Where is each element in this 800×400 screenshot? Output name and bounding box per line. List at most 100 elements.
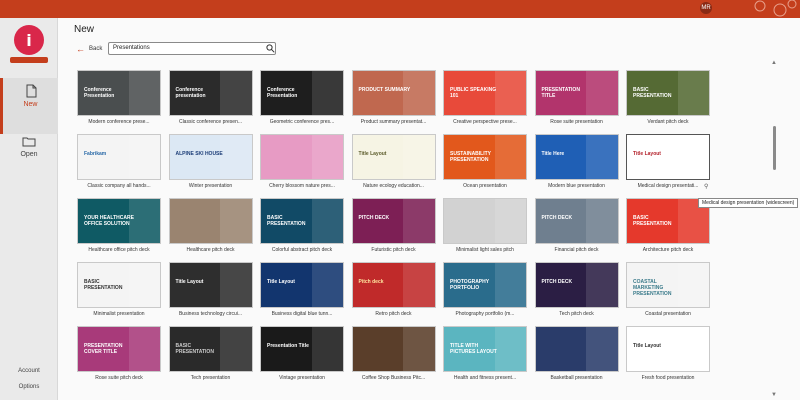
template-tile[interactable]: Coffee Shop Business Pitc... <box>351 326 436 381</box>
back-button[interactable]: ← Back <box>76 44 102 54</box>
template-thumbnail[interactable]: PITCH DECK <box>534 198 619 244</box>
template-caption: Product summary presentat... <box>360 119 427 125</box>
rail-item-new[interactable]: New <box>0 78 58 134</box>
template-tile[interactable]: TITLE WITH PICTURES LAYOUT Health and fit… <box>443 326 527 381</box>
template-tile[interactable]: PRESENTATION COVER TITLE Rose suite pitch… <box>77 326 161 381</box>
pin-icon[interactable]: ⚲ <box>704 183 708 190</box>
template-caption: Retro pitch deck <box>375 311 412 317</box>
template-thumbnail[interactable]: PRESENTATION TITLE <box>534 70 619 116</box>
scroll-up-icon[interactable]: ▲ <box>771 60 777 66</box>
template-tile[interactable]: Conference Presentation Modern conference… <box>77 70 161 125</box>
template-thumbnail[interactable]: Title Layout <box>168 262 253 308</box>
thumbnail-title: BASIC PRESENTATION <box>633 215 672 227</box>
template-tile[interactable]: COASTAL MARKETING PRESENTATION Coastal pr… <box>626 262 710 317</box>
watermark-decoration <box>754 0 797 17</box>
template-caption: Tech presentation <box>190 375 231 381</box>
template-thumbnail[interactable]: YOUR HEALTHCARE OFFICE SOLUTION <box>77 198 161 244</box>
template-thumbnail[interactable]: Title Layout <box>351 134 436 180</box>
thumbnail-title: PUBLIC SPEAKING 101 <box>450 87 497 99</box>
rail-item-open[interactable]: Open <box>0 130 58 170</box>
template-tile[interactable]: PITCH DECK Futuristic pitch deck <box>351 198 436 253</box>
template-thumbnail[interactable]: Title Here <box>534 134 619 180</box>
template-tile[interactable]: Title Here Modern blue presentation <box>534 134 619 189</box>
template-tile[interactable]: PUBLIC SPEAKING 101 Creative perspective … <box>443 70 527 125</box>
template-caption: Basketball presentation <box>550 375 603 381</box>
template-thumbnail[interactable]: BASIC PRESENTATION <box>168 326 253 372</box>
template-tile[interactable]: PRODUCT SUMMARY Product summary presentat… <box>351 70 436 125</box>
template-thumbnail[interactable]: Conference Presentation <box>260 70 344 116</box>
template-tile[interactable]: Cherry blossom nature pres... <box>260 134 344 189</box>
template-tile[interactable]: Healthcare pitch deck <box>168 198 253 253</box>
template-thumbnail[interactable]: COASTAL MARKETING PRESENTATION <box>626 262 710 308</box>
template-thumbnail[interactable] <box>260 134 344 180</box>
template-tile[interactable]: SUSTAINABILITY PRESENTATION Ocean present… <box>443 134 527 189</box>
template-thumbnail[interactable]: Title Layout <box>626 326 710 372</box>
template-thumbnail[interactable]: BASIC PRESENTATION <box>77 262 161 308</box>
template-thumbnail[interactable]: Conference presentation <box>168 70 253 116</box>
template-thumbnail[interactable]: SUSTAINABILITY PRESENTATION <box>443 134 527 180</box>
user-avatar[interactable]: MR <box>700 2 712 14</box>
template-tile[interactable]: Minimalist light sales pitch <box>443 198 527 253</box>
template-thumbnail[interactable]: ALPINE SKI HOUSE <box>168 134 253 180</box>
template-tile[interactable]: PITCH DECK Financial pitch deck <box>534 198 619 253</box>
rail-item-account[interactable]: Account <box>0 368 58 374</box>
template-tile[interactable]: Title Layout Fresh food presentation <box>626 326 710 381</box>
template-thumbnail[interactable]: PHOTOGRAPHY PORTFOLIO <box>443 262 527 308</box>
vertical-scrollbar[interactable]: ▲ ▼ <box>771 60 777 398</box>
svg-text:i: i <box>26 31 31 50</box>
rail-item-options[interactable]: Options <box>0 384 58 390</box>
template-thumbnail[interactable]: Title Layout <box>260 262 344 308</box>
template-tile[interactable]: ALPINE SKI HOUSE Winter presentation <box>168 134 253 189</box>
template-tile[interactable]: Conference presentation Classic conferenc… <box>168 70 253 125</box>
template-tile[interactable]: YOUR HEALTHCARE OFFICE SOLUTION Healthcar… <box>77 198 161 253</box>
template-thumbnail[interactable]: BASIC PRESENTATION <box>626 70 710 116</box>
template-thumbnail[interactable] <box>443 198 527 244</box>
template-tile[interactable]: BASIC PRESENTATION Minimalist presentatio… <box>77 262 161 317</box>
template-thumbnail[interactable]: PITCH DECK <box>351 198 436 244</box>
template-thumbnail[interactable] <box>351 326 436 372</box>
back-label: Back <box>89 46 103 52</box>
template-thumbnail[interactable]: TITLE WITH PICTURES LAYOUT <box>443 326 527 372</box>
template-tile[interactable]: BASIC PRESENTATION Tech presentation <box>168 326 253 381</box>
scroll-down-icon[interactable]: ▼ <box>771 392 777 398</box>
template-tile[interactable]: BASIC PRESENTATION Verdant pitch deck <box>626 70 710 125</box>
template-tile[interactable]: PITCH DECK Tech pitch deck <box>534 262 619 317</box>
thumbnail-accent <box>220 199 252 243</box>
template-caption: Medical design presentati... <box>637 183 699 189</box>
template-tile[interactable]: BASIC PRESENTATION Colorful abstract pitc… <box>260 198 344 253</box>
template-tile[interactable]: Pitch deck Retro pitch deck <box>351 262 436 317</box>
template-tile[interactable]: Fabrikam Classic company all hands... <box>77 134 161 189</box>
template-thumbnail[interactable]: Fabrikam <box>77 134 161 180</box>
template-caption: Ocean presentation <box>463 183 507 189</box>
template-thumbnail[interactable]: Pitch deck <box>351 262 436 308</box>
search-icon[interactable] <box>266 44 275 53</box>
template-thumbnail[interactable]: PUBLIC SPEAKING 101 <box>443 70 527 116</box>
template-caption: Health and fitness present... <box>453 375 517 381</box>
template-tile[interactable]: Title Layout Medical design presentati... <box>626 134 710 189</box>
template-tile[interactable]: PRESENTATION TITLE Rose suite presentatio… <box>534 70 619 125</box>
page-title: New <box>74 24 95 35</box>
template-tile[interactable]: PHOTOGRAPHY PORTFOLIO Photography portfol… <box>443 262 527 317</box>
template-tile[interactable]: Basketball presentation <box>534 326 619 381</box>
template-tile[interactable]: Title Layout Business digital blue tunn..… <box>260 262 344 317</box>
template-thumbnail[interactable]: PRODUCT SUMMARY <box>351 70 436 116</box>
template-thumbnail[interactable] <box>534 326 619 372</box>
template-thumbnail[interactable]: PRESENTATION COVER TITLE <box>77 326 161 372</box>
template-thumbnail[interactable]: PITCH DECK <box>534 262 619 308</box>
template-tile[interactable]: Title Layout Business technology circui..… <box>168 262 253 317</box>
template-thumbnail[interactable]: Conference Presentation <box>77 70 161 116</box>
thumbnail-title: Pitch deck <box>358 279 384 285</box>
template-caption: Healthcare pitch deck <box>186 247 235 253</box>
template-thumbnail[interactable]: Title Layout <box>626 134 710 180</box>
template-tile[interactable]: Presentation Title Vintage presentation <box>260 326 344 381</box>
template-thumbnail[interactable]: BASIC PRESENTATION <box>260 198 344 244</box>
thumbnail-accent <box>677 327 709 371</box>
scrollbar-thumb[interactable] <box>773 126 776 170</box>
search-input[interactable]: Presentations <box>108 42 276 55</box>
new-document-icon <box>26 84 36 98</box>
template-thumbnail[interactable]: Presentation Title <box>260 326 344 372</box>
template-tile[interactable]: Conference Presentation Geometric confere… <box>260 70 344 125</box>
template-thumbnail[interactable] <box>168 198 253 244</box>
thumbnail-title: COASTAL MARKETING PRESENTATION <box>633 279 672 297</box>
template-tile[interactable]: Title Layout Nature ecology education... <box>351 134 436 189</box>
